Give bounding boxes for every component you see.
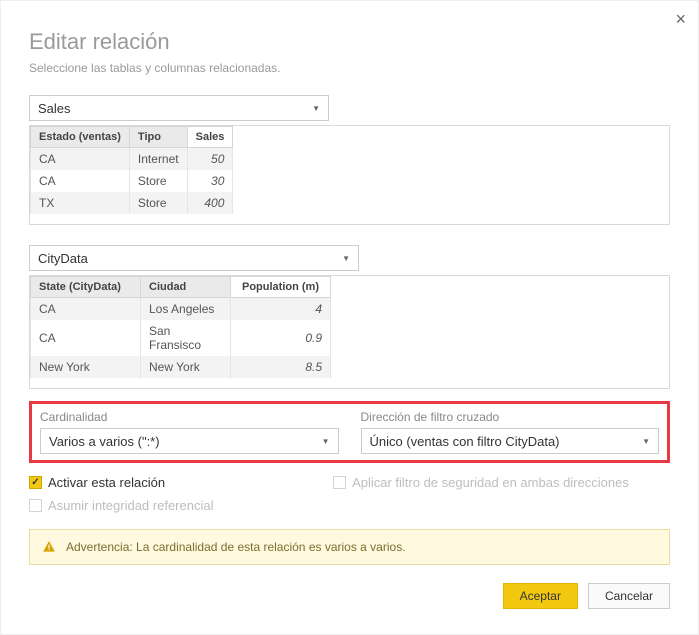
warning-icon: [42, 540, 56, 554]
crossfilter-value: Único (ventas con filtro CityData): [370, 434, 560, 449]
chevron-down-icon: ▼: [312, 104, 320, 113]
dialog-footer: Aceptar Cancelar: [29, 583, 670, 609]
integrity-label: Asumir integridad referencial: [48, 498, 213, 513]
activate-relationship-check[interactable]: ✓ Activar esta relación: [29, 475, 165, 490]
ok-button[interactable]: Aceptar: [503, 583, 578, 609]
table1-preview: Estado (ventas) Tipo Sales CA Internet 5…: [29, 125, 670, 225]
checkbox-checked-icon: ✓: [29, 476, 42, 489]
table2-col-2[interactable]: Population (m): [231, 277, 331, 298]
cardinality-value: Varios a varios (":*): [49, 434, 160, 449]
security-label: Aplicar filtro de seguridad en ambas dir…: [352, 475, 629, 490]
checkbox-icon: [333, 476, 346, 489]
table-row[interactable]: New York New York 8.5: [31, 356, 331, 378]
table1-col-2[interactable]: Sales: [187, 127, 233, 148]
edit-relationship-dialog: × Editar relación Seleccione las tablas …: [0, 0, 699, 635]
referential-integrity-check: Asumir integridad referencial: [29, 498, 670, 513]
table2-preview: State (CityData) Ciudad Population (m) C…: [29, 275, 670, 389]
table-row[interactable]: CA San Fransisco 0.9: [31, 320, 331, 356]
dialog-title: Editar relación: [29, 29, 670, 55]
table-row[interactable]: CA Store 30: [31, 170, 233, 192]
table1-col-0[interactable]: Estado (ventas): [31, 127, 130, 148]
close-icon[interactable]: ×: [675, 9, 686, 30]
cancel-button[interactable]: Cancelar: [588, 583, 670, 609]
options-section: ✓ Activar esta relación Aplicar filtro d…: [29, 471, 670, 513]
chevron-down-icon: ▼: [342, 254, 350, 263]
cardinality-label: Cardinalidad: [40, 410, 339, 424]
crossfilter-dropdown[interactable]: Único (ventas con filtro CityData) ▼: [361, 428, 660, 454]
table2-col-1[interactable]: Ciudad: [141, 277, 231, 298]
table2-dropdown-value: CityData: [38, 251, 88, 266]
table2-dropdown[interactable]: CityData ▼: [29, 245, 359, 271]
table-row[interactable]: CA Internet 50: [31, 148, 233, 171]
crossfilter-label: Dirección de filtro cruzado: [361, 410, 660, 424]
table-row[interactable]: CA Los Angeles 4: [31, 298, 331, 321]
table1-dropdown-value: Sales: [38, 101, 71, 116]
table-row[interactable]: TX Store 400: [31, 192, 233, 214]
warning-banner: Advertencia: La cardinalidad de esta rel…: [29, 529, 670, 565]
warning-text: Advertencia: La cardinalidad de esta rel…: [66, 540, 406, 554]
chevron-down-icon: ▼: [322, 437, 330, 446]
cardinality-crossfilter-section: Cardinalidad Varios a varios (":*) ▼ Dir…: [29, 401, 670, 463]
table1-col-1[interactable]: Tipo: [129, 127, 187, 148]
activate-label: Activar esta relación: [48, 475, 165, 490]
dialog-subtitle: Seleccione las tablas y columnas relacio…: [29, 61, 670, 75]
checkbox-icon: [29, 499, 42, 512]
security-filter-check: Aplicar filtro de seguridad en ambas dir…: [333, 475, 629, 490]
cardinality-dropdown[interactable]: Varios a varios (":*) ▼: [40, 428, 339, 454]
table1-dropdown[interactable]: Sales ▼: [29, 95, 329, 121]
table2-col-0[interactable]: State (CityData): [31, 277, 141, 298]
chevron-down-icon: ▼: [642, 437, 650, 446]
